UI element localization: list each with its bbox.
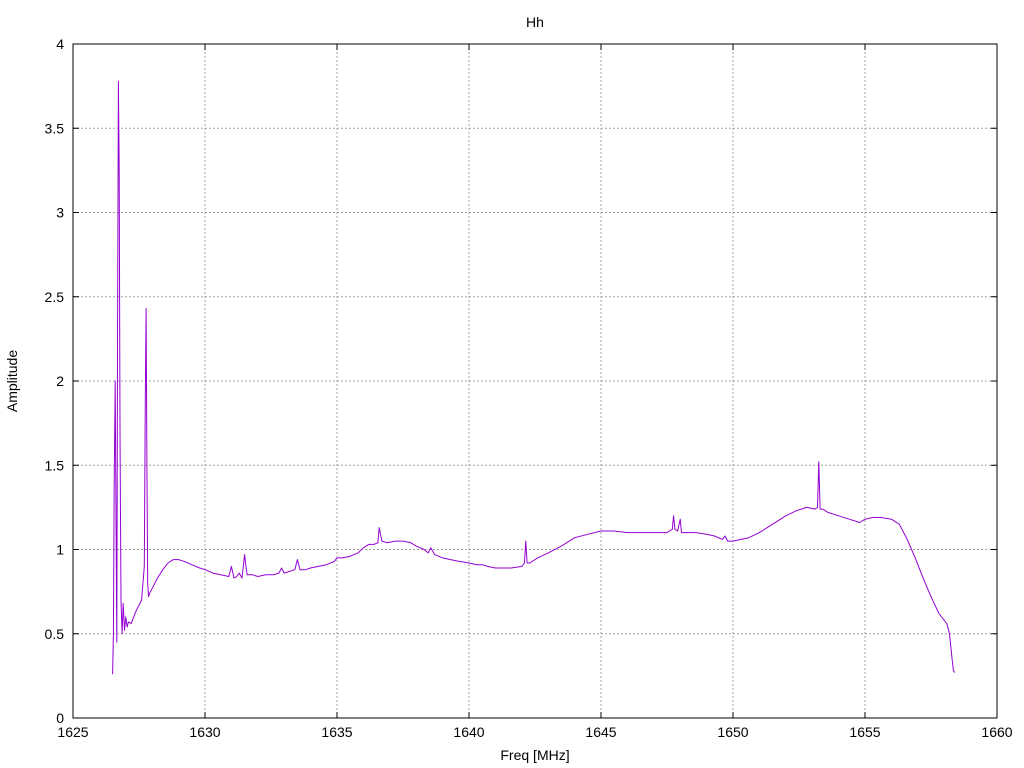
y-tick-label: 3 (56, 205, 64, 221)
y-tick-label: 3.5 (45, 120, 65, 136)
axis-ticks: 1625 1630 1635 1640 1645 1650 1655 1660 0 0.5 1 1.5… (45, 36, 1013, 740)
x-tick-label: 1640 (453, 724, 484, 740)
y-tick-label: 0 (56, 710, 64, 726)
x-tick-label: 1635 (321, 724, 352, 740)
chart: 1625 1630 1635 1640 1645 1650 1655 1660 0 0.5 1 1.5… (4, 14, 1013, 763)
x-tick-label: 1650 (717, 724, 748, 740)
y-axis-label: Amplitude (4, 350, 20, 412)
series-line (112, 80, 956, 675)
y-tick-label: 0.5 (45, 626, 65, 642)
series-layer (112, 80, 956, 675)
chart-title: Hh (526, 14, 544, 30)
y-tick-label: 2 (56, 373, 64, 389)
x-tick-label: 1625 (57, 724, 88, 740)
y-tick-label: 2.5 (45, 289, 65, 305)
grid (73, 44, 997, 718)
y-tick-label: 1.5 (45, 457, 65, 473)
y-tick-label: 4 (56, 36, 64, 52)
x-axis-label: Freq [MHz] (500, 747, 569, 763)
x-tick-label: 1660 (981, 724, 1012, 740)
x-tick-label: 1645 (585, 724, 616, 740)
y-tick-label: 1 (56, 542, 64, 558)
x-tick-label: 1655 (849, 724, 880, 740)
x-tick-label: 1630 (189, 724, 220, 740)
